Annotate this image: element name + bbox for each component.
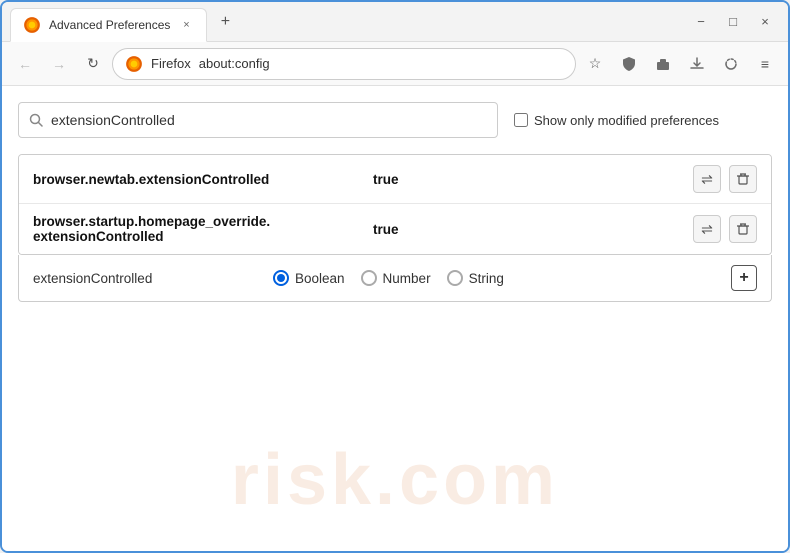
firefox-address-icon	[125, 55, 143, 73]
show-modified-label: Show only modified preferences	[534, 113, 719, 128]
content-area: risk.com Show only modified preferences …	[2, 86, 788, 551]
window-controls: − □ ×	[686, 7, 780, 37]
radio-boolean[interactable]: Boolean	[273, 270, 345, 286]
pref-reset-button-1[interactable]: ⇌	[693, 165, 721, 193]
menu-button[interactable]: ≡	[750, 49, 780, 79]
shield-button[interactable]	[614, 49, 644, 79]
search-row: Show only modified preferences	[18, 102, 772, 138]
bookmark-button[interactable]: ☆	[580, 49, 610, 79]
search-icon	[29, 113, 43, 127]
titlebar: Advanced Preferences × + − □ ×	[2, 2, 788, 42]
shield-icon	[621, 56, 637, 72]
radio-number[interactable]: Number	[361, 270, 431, 286]
pref-value-1: true	[373, 172, 693, 187]
extension-icon	[655, 56, 671, 72]
address-url: about:config	[199, 56, 270, 71]
download-icon	[689, 56, 705, 72]
browser-window: Advanced Preferences × + − □ × ← → ↻ Fir…	[0, 0, 790, 553]
radio-boolean-label: Boolean	[295, 271, 345, 286]
pref-reset-button-2[interactable]: ⇌	[693, 215, 721, 243]
radio-string-label: String	[469, 271, 504, 286]
radio-string[interactable]: String	[447, 270, 504, 286]
watermark: risk.com	[231, 439, 559, 521]
address-bar[interactable]: Firefox about:config	[112, 48, 576, 80]
preferences-table: browser.newtab.extensionControlled true …	[18, 154, 772, 255]
show-modified-row: Show only modified preferences	[514, 113, 719, 128]
pref-row-2: browser.startup.homepage_override. exten…	[19, 204, 771, 254]
download-button[interactable]	[682, 49, 712, 79]
search-input[interactable]	[51, 112, 487, 128]
type-radio-group: Boolean Number String	[273, 270, 504, 286]
maximize-button[interactable]: □	[718, 7, 748, 37]
new-pref-row: extensionControlled Boolean Number Strin…	[18, 255, 772, 302]
delete-icon-2	[736, 222, 750, 236]
back-button[interactable]: ←	[10, 49, 40, 79]
close-button[interactable]: ×	[750, 7, 780, 37]
new-pref-name-label: extensionControlled	[33, 271, 253, 286]
pref-delete-button-2[interactable]	[729, 215, 757, 243]
sync-icon	[723, 56, 739, 72]
radio-boolean-circle	[273, 270, 289, 286]
forward-button[interactable]: →	[44, 49, 74, 79]
nav-icon-group: ☆ ≡	[580, 49, 780, 79]
delete-icon-1	[736, 172, 750, 186]
extension-button[interactable]	[648, 49, 678, 79]
active-tab[interactable]: Advanced Preferences ×	[10, 8, 207, 42]
add-preference-button[interactable]: +	[731, 265, 757, 291]
pref-actions-2: ⇌	[693, 215, 757, 243]
tab-title: Advanced Preferences	[49, 18, 170, 32]
navbar: ← → ↻ Firefox about:config ☆	[2, 42, 788, 86]
radio-string-circle	[447, 270, 463, 286]
reload-button[interactable]: ↻	[78, 49, 108, 79]
pref-actions-1: ⇌	[693, 165, 757, 193]
pref-name-2: browser.startup.homepage_override. exten…	[33, 214, 373, 244]
radio-number-label: Number	[383, 271, 431, 286]
show-modified-checkbox[interactable]	[514, 113, 528, 127]
pref-row-1: browser.newtab.extensionControlled true …	[19, 155, 771, 204]
pref-delete-button-1[interactable]	[729, 165, 757, 193]
sync-button[interactable]	[716, 49, 746, 79]
browser-name: Firefox	[151, 56, 191, 71]
tab-close-button[interactable]: ×	[178, 17, 194, 33]
pref-name-1: browser.newtab.extensionControlled	[33, 172, 373, 187]
new-tab-button[interactable]: +	[211, 8, 239, 36]
firefox-tab-icon	[23, 16, 41, 34]
minimize-button[interactable]: −	[686, 7, 716, 37]
radio-number-circle	[361, 270, 377, 286]
search-box[interactable]	[18, 102, 498, 138]
pref-value-2: true	[373, 222, 693, 237]
